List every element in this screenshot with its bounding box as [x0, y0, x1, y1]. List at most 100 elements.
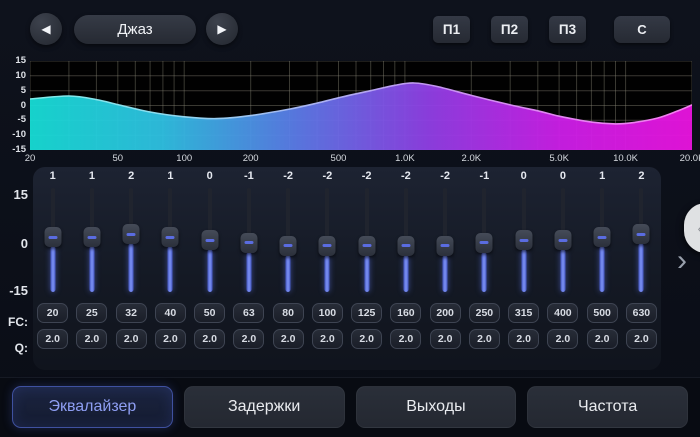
- next-preset-button[interactable]: ▶: [206, 13, 238, 45]
- fc-button[interactable]: 500: [587, 303, 618, 323]
- x-axis-tick-label: 100: [176, 153, 192, 164]
- fc-button[interactable]: 32: [116, 303, 147, 323]
- band-gain-slider[interactable]: [308, 185, 347, 295]
- prev-preset-button[interactable]: ◀: [30, 13, 62, 45]
- gain-scale-max-label: 15: [2, 187, 28, 202]
- band-gain-slider[interactable]: [33, 185, 72, 295]
- q-button[interactable]: 2.0: [587, 329, 618, 349]
- band-gain-slider[interactable]: [386, 185, 425, 295]
- memory-preset-button-1[interactable]: П1: [433, 16, 470, 43]
- band-column-250: -12502.0: [465, 167, 504, 349]
- band-gain-value: -2: [362, 167, 372, 185]
- q-button[interactable]: 2.0: [76, 329, 107, 349]
- slider-thumb[interactable]: [201, 230, 218, 250]
- fc-button[interactable]: 400: [547, 303, 578, 323]
- q-button[interactable]: 2.0: [547, 329, 578, 349]
- fc-button[interactable]: 50: [194, 303, 225, 323]
- band-gain-slider[interactable]: [504, 185, 543, 295]
- fc-button[interactable]: 125: [351, 303, 382, 323]
- q-button[interactable]: 2.0: [233, 329, 264, 349]
- slider-fill: [89, 246, 94, 292]
- slider-thumb[interactable]: [476, 233, 493, 253]
- q-button[interactable]: 2.0: [312, 329, 343, 349]
- slider-thumb[interactable]: [397, 236, 414, 256]
- band-gain-slider[interactable]: [229, 185, 268, 295]
- y-axis-tick-label: 5: [0, 85, 26, 96]
- slider-thumb[interactable]: [358, 236, 375, 256]
- band-gain-slider[interactable]: [190, 185, 229, 295]
- band-column-32: 2322.0: [112, 167, 151, 349]
- band-gain-value: 1: [89, 167, 95, 185]
- q-button[interactable]: 2.0: [469, 329, 500, 349]
- slider-fill: [325, 255, 330, 292]
- preset-selector[interactable]: Джаз: [74, 15, 196, 44]
- band-gain-value: -2: [322, 167, 332, 185]
- slider-thumb[interactable]: [123, 224, 140, 244]
- q-button[interactable]: 2.0: [116, 329, 147, 349]
- band-gain-slider[interactable]: [112, 185, 151, 295]
- slider-fill: [364, 255, 369, 292]
- slider-thumb[interactable]: [633, 224, 650, 244]
- band-gain-slider[interactable]: [347, 185, 386, 295]
- band-gain-slider[interactable]: [622, 185, 661, 295]
- q-button[interactable]: 2.0: [430, 329, 461, 349]
- slider-thumb[interactable]: [280, 236, 297, 256]
- band-gain-value: -1: [244, 167, 254, 185]
- tab-эквалайзер[interactable]: Эквалайзер: [12, 386, 173, 428]
- band-gain-slider[interactable]: [583, 185, 622, 295]
- q-button[interactable]: 2.0: [390, 329, 421, 349]
- band-gain-value: 2: [638, 167, 644, 185]
- q-button[interactable]: 2.0: [351, 329, 382, 349]
- slider-fill: [50, 246, 55, 292]
- tab-выходы[interactable]: Выходы: [356, 386, 517, 428]
- q-button[interactable]: 2.0: [508, 329, 539, 349]
- q-button[interactable]: 2.0: [273, 329, 304, 349]
- fc-button[interactable]: 160: [390, 303, 421, 323]
- slider-thumb[interactable]: [594, 227, 611, 247]
- slider-thumb[interactable]: [162, 227, 179, 247]
- fc-button[interactable]: 100: [312, 303, 343, 323]
- band-gain-slider[interactable]: [72, 185, 111, 295]
- y-axis-tick-label: 15: [0, 55, 26, 66]
- band-gain-slider[interactable]: [426, 185, 465, 295]
- slider-fill: [403, 255, 408, 292]
- slider-thumb[interactable]: [437, 236, 454, 256]
- fc-button[interactable]: 200: [430, 303, 461, 323]
- slider-thumb-mark: [480, 241, 489, 244]
- band-gain-slider[interactable]: [543, 185, 582, 295]
- fc-button[interactable]: 315: [508, 303, 539, 323]
- memory-preset-button-3[interactable]: П3: [549, 16, 586, 43]
- slider-thumb[interactable]: [515, 230, 532, 250]
- slider-thumb[interactable]: [554, 230, 571, 250]
- fc-button[interactable]: 250: [469, 303, 500, 323]
- x-axis-tick-label: 50: [113, 153, 124, 164]
- q-button[interactable]: 2.0: [194, 329, 225, 349]
- fc-button[interactable]: 25: [76, 303, 107, 323]
- q-button[interactable]: 2.0: [626, 329, 657, 349]
- next-bands-button[interactable]: ›: [669, 244, 695, 278]
- slider-thumb-mark: [519, 239, 528, 242]
- band-column-20: 1202.0: [33, 167, 72, 349]
- bottom-tab-bar: Эквалайзер Задержки ВыходыЧастота: [0, 377, 700, 437]
- slider-thumb[interactable]: [240, 233, 257, 253]
- x-axis-tick-label: 200: [243, 153, 259, 164]
- memory-preset-button-2[interactable]: П2: [491, 16, 528, 43]
- reset-button[interactable]: C: [614, 16, 670, 43]
- tab-частота[interactable]: Частота: [527, 386, 688, 428]
- fc-button[interactable]: 40: [155, 303, 186, 323]
- slider-fill: [168, 246, 173, 292]
- band-gain-slider[interactable]: [269, 185, 308, 295]
- slider-thumb[interactable]: [319, 236, 336, 256]
- band-gain-slider[interactable]: [465, 185, 504, 295]
- slider-thumb[interactable]: [44, 227, 61, 247]
- tab-задержки[interactable]: Задержки: [184, 386, 345, 428]
- q-button[interactable]: 2.0: [155, 329, 186, 349]
- gain-scale-zero-label: 0: [2, 236, 28, 251]
- fc-button[interactable]: 80: [273, 303, 304, 323]
- fc-button[interactable]: 630: [626, 303, 657, 323]
- fc-button[interactable]: 20: [37, 303, 68, 323]
- fc-button[interactable]: 63: [233, 303, 264, 323]
- band-gain-slider[interactable]: [151, 185, 190, 295]
- slider-thumb[interactable]: [83, 227, 100, 247]
- q-button[interactable]: 2.0: [37, 329, 68, 349]
